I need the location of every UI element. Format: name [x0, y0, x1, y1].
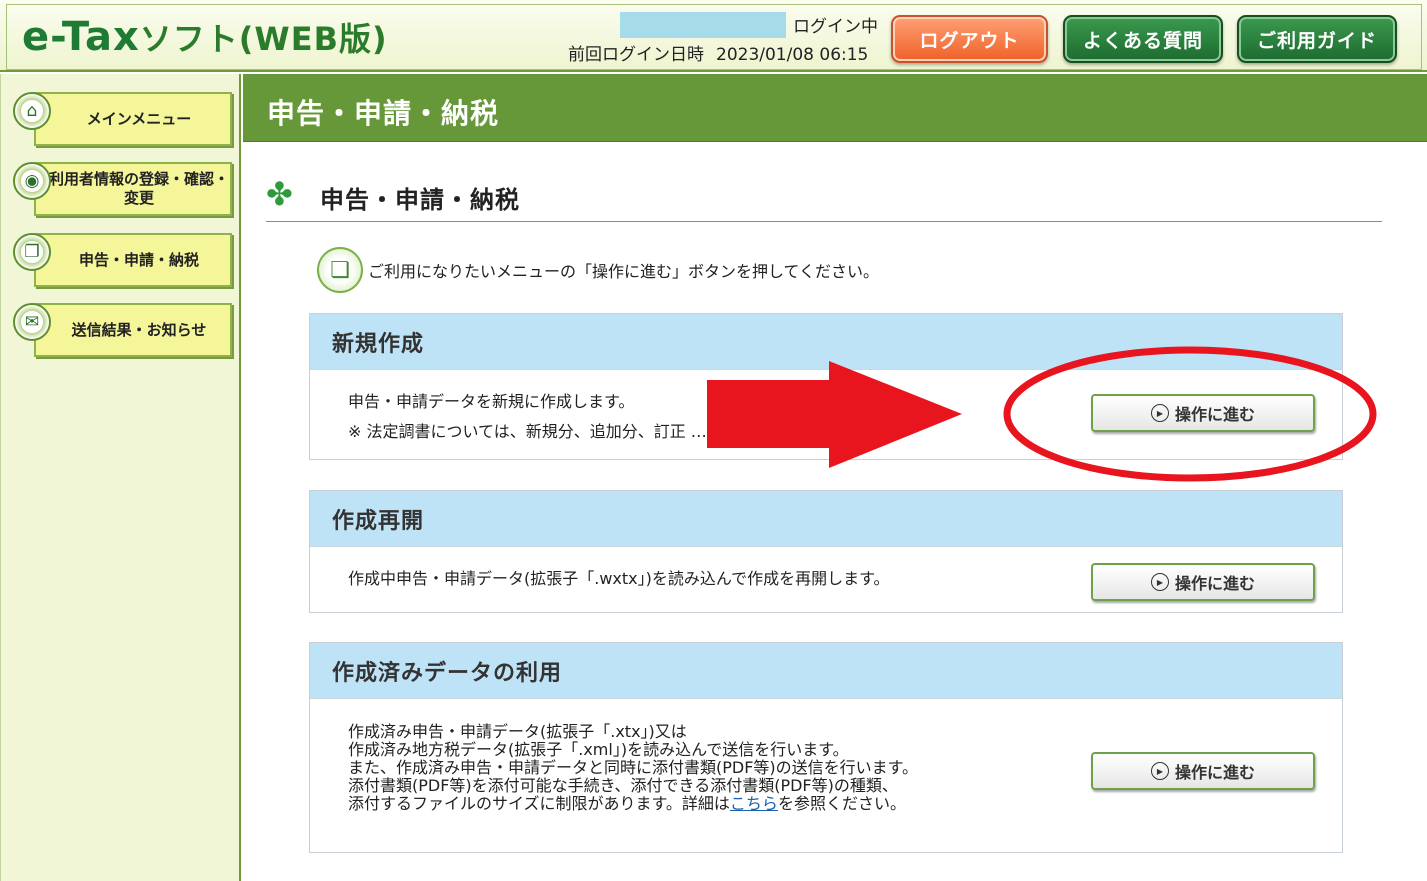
user-info-icon: ◉: [13, 162, 51, 200]
last-login-value: 2023/01/08 06:15: [716, 45, 869, 65]
panel-title: 作成再開: [310, 491, 1342, 547]
login-info: ログイン中 前回ログイン日時 2023/01/08 06:15: [568, 12, 880, 65]
panel-line: 添付するファイルのサイズに制限があります。詳細はこちらを参照ください。: [348, 795, 918, 813]
faq-button[interactable]: よくある質問: [1063, 15, 1223, 63]
sidebar-item-main-menu[interactable]: メインメニュー ⌂: [13, 92, 233, 146]
panel-line: また、作成済み申告・申請データと同時に添付書類(PDF等)の送信を行います。: [348, 758, 919, 777]
section-title: 申告・申請・納税: [320, 186, 520, 214]
instruction-text: ご利用になりたいメニューの「操作に進む」ボタンを押してください。: [368, 262, 880, 281]
last-login-label: 前回ログイン日時: [568, 45, 704, 65]
sidebar-item-results[interactable]: 送信結果・お知らせ ✉: [13, 303, 233, 357]
proceed-label: 操作に進む: [1174, 574, 1255, 593]
panel-resume: 作成再開 作成中申告・申請データ(拡張子「.wxtx」)を読み込んで作成を再開し…: [309, 490, 1343, 613]
sidebar-item-label[interactable]: 送信結果・お知らせ: [34, 303, 232, 357]
home-icon: ⌂: [13, 92, 51, 130]
redacted-user-name: [620, 12, 786, 38]
login-status: ログイン中: [793, 17, 878, 37]
panel-line: ※ 法定調書については、新規分、追加分、訂正 … 能です。: [348, 422, 775, 441]
panel-title: 作成済みデータの利用: [310, 643, 1342, 699]
panel-line-text: 添付するファイルのサイズに制限があります。詳細は: [348, 794, 730, 813]
mail-icon: ✉: [13, 303, 51, 341]
sidebar: メインメニュー ⌂ 利用者情報の登録・確認・変更 ◉ 申告・申請・納税 ❐ 送信…: [0, 74, 241, 881]
panel-line: 作成済み地方税データ(拡張子「.xml」)を読み込んで送信を行います。: [348, 740, 849, 759]
panel-new-creation: 新規作成 申告・申請データを新規に作成します。 ※ 法定調書については、新規分、…: [309, 313, 1343, 460]
logout-button[interactable]: ログアウト: [891, 15, 1048, 63]
panel-line: 作成済み申告・申請データ(拡張子「.xtx」)又は: [348, 722, 687, 741]
sidebar-item-filing[interactable]: 申告・申請・納税 ❐: [13, 233, 233, 287]
proceed-button-new[interactable]: ▶ 操作に進む: [1091, 394, 1315, 432]
document-arrow-icon: ❏: [317, 247, 363, 293]
last-login: 前回ログイン日時 2023/01/08 06:15: [568, 40, 868, 65]
proceed-label: 操作に進む: [1174, 763, 1255, 782]
document-icon: ❐: [13, 233, 51, 271]
details-link[interactable]: こちら: [730, 794, 778, 813]
panel-line-tail: を参照ください。: [777, 794, 906, 813]
panel-body: 作成済み申告・申請データ(拡張子「.xtx」)又は 作成済み地方税データ(拡張子…: [310, 699, 1342, 853]
panel-existing-data: 作成済みデータの利用 作成済み申告・申請データ(拡張子「.xtx」)又は 作成済…: [309, 642, 1343, 853]
sidebar-item-label[interactable]: 申告・申請・納税: [34, 233, 232, 287]
panel-body: 申告・申請データを新規に作成します。 ※ 法定調書については、新規分、追加分、訂…: [310, 370, 1342, 460]
sidebar-item-label[interactable]: メインメニュー: [34, 92, 232, 146]
logo-sub: ソフト(WEB版): [139, 20, 388, 58]
logo-main: e-Tax: [22, 14, 140, 60]
clover-icon: ✤: [266, 175, 293, 213]
panel-line: 申告・申請データを新規に作成します。: [348, 392, 635, 411]
proceed-button-existing[interactable]: ▶ 操作に進む: [1091, 752, 1315, 790]
proceed-label: 操作に進む: [1174, 405, 1255, 424]
app-header: e-Taxソフト(WEB版) ログイン中 前回ログイン日時 2023/01/08 …: [0, 0, 1427, 72]
sidebar-item-user-info[interactable]: 利用者情報の登録・確認・変更 ◉: [13, 162, 233, 216]
panel-line: 添付書類(PDF等)を添付可能な手続き、添付できる添付書類(PDF等)の種類、: [348, 776, 898, 795]
page-header: 申告・申請・納税: [243, 74, 1427, 142]
section-title-bar: ✤ 申告・申請・納税: [266, 174, 1382, 222]
panel-text-block: 作成済み申告・申請データ(拡張子「.xtx」)又は 作成済み地方税データ(拡張子…: [348, 723, 918, 813]
panel-line: 作成中申告・申請データ(拡張子「.wxtx」)を読み込んで作成を再開します。: [348, 569, 890, 588]
panel-body: 作成中申告・申請データ(拡張子「.wxtx」)を読み込んで作成を再開します。 ▶…: [310, 547, 1342, 613]
page-title: 申告・申請・納税: [267, 97, 500, 130]
play-icon: ▶: [1150, 762, 1169, 780]
proceed-button-resume[interactable]: ▶ 操作に進む: [1091, 563, 1315, 601]
panel-title: 新規作成: [310, 314, 1342, 370]
play-icon: ▶: [1150, 573, 1169, 591]
user-guide-button[interactable]: ご利用ガイド: [1237, 15, 1397, 63]
play-icon: ▶: [1150, 404, 1169, 422]
sidebar-item-label[interactable]: 利用者情報の登録・確認・変更: [34, 162, 232, 216]
app-logo: e-Taxソフト(WEB版): [22, 14, 388, 60]
